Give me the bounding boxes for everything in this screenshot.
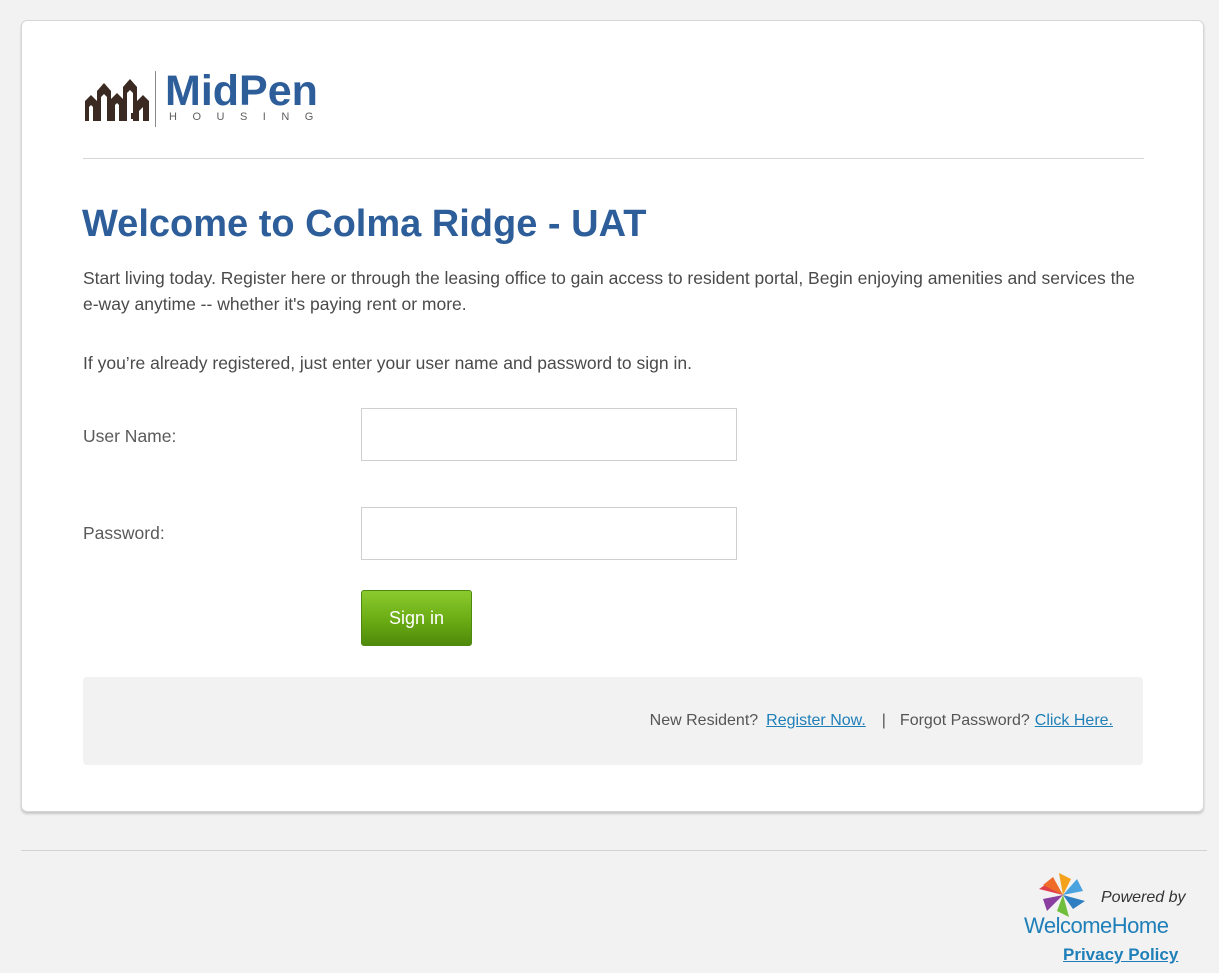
powered-by-welcomehome: Powered by WelcomeHome Privacy Policy xyxy=(1024,870,1209,970)
new-resident-text: New Resident? xyxy=(649,712,759,729)
account-links: New Resident? Register Now. | Forgot Passwo… xyxy=(650,711,1113,731)
footer-divider xyxy=(21,850,1207,851)
logo-divider xyxy=(155,71,156,127)
account-links-panel: New Resident? Register Now. | Forgot Passwo… xyxy=(83,677,1143,765)
sign-in-button[interactable]: Sign in xyxy=(361,590,472,646)
password-label: Password: xyxy=(83,523,165,543)
forgot-password-text: Forgot Password? xyxy=(899,712,1030,729)
login-card: MidPen HOUSING Welcome to Colma Ridge - … xyxy=(21,20,1204,812)
logo-name: MidPen xyxy=(165,67,318,115)
links-separator: | xyxy=(881,712,886,729)
houses-icon xyxy=(85,79,149,121)
privacy-policy-link[interactable]: Privacy Policy xyxy=(1063,945,1178,965)
intro-text: Start living today. Register here or thr… xyxy=(83,268,1135,314)
page-title: Welcome to Colma Ridge - UAT xyxy=(82,203,647,245)
header-divider xyxy=(83,158,1144,159)
username-input[interactable] xyxy=(361,408,737,461)
forgot-password-link[interactable]: Click Here. xyxy=(1035,712,1113,729)
welcomehome-brand: WelcomeHome xyxy=(1024,913,1169,938)
register-now-link[interactable]: Register Now. xyxy=(766,712,866,729)
sign-in-instructions: If you’re already registered, just enter… xyxy=(83,353,692,373)
logo-subtitle: HOUSING xyxy=(169,111,329,123)
midpen-logo: MidPen HOUSING xyxy=(83,67,353,133)
password-input[interactable] xyxy=(361,507,737,560)
powered-by-text: Powered by xyxy=(1101,889,1186,906)
username-label: User Name: xyxy=(83,426,177,446)
